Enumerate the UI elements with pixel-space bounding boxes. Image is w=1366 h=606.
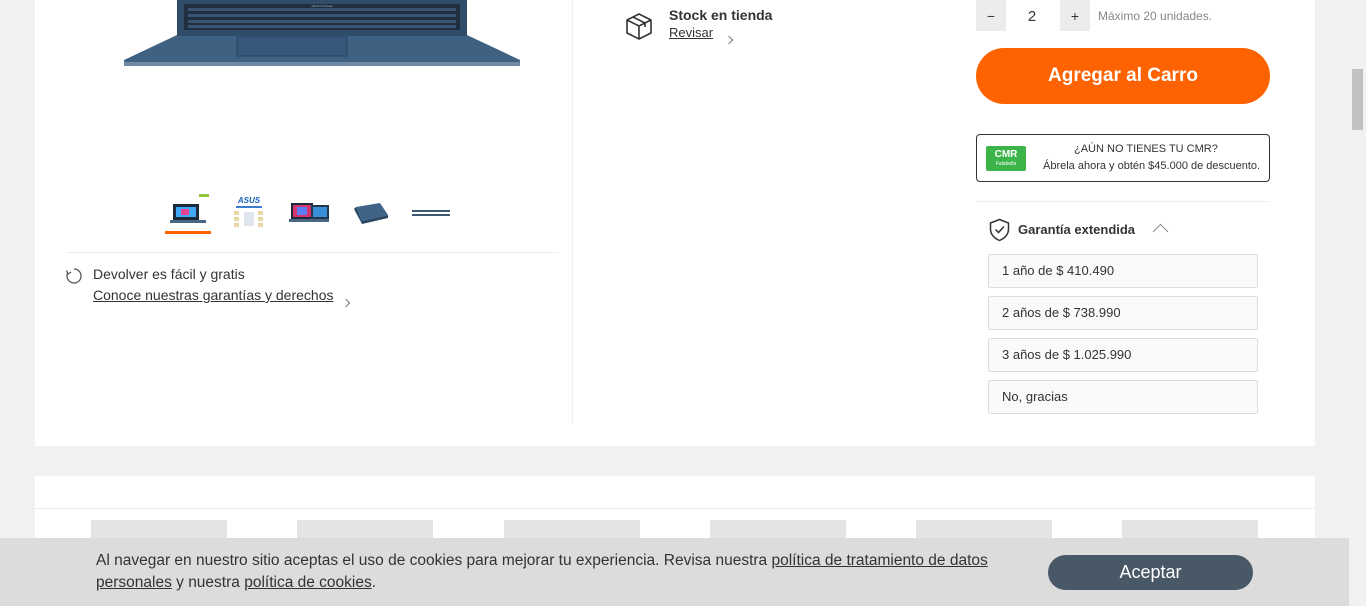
cookie-consent-bar: Al navegar en nuestro sitio aceptas el u… — [0, 538, 1349, 606]
column-divider — [572, 0, 573, 424]
page-scrollbar[interactable] — [1349, 0, 1366, 606]
warranty-option-1-year[interactable]: 1 año de $ 410.490 — [988, 254, 1258, 288]
cookie-text-3: . — [371, 574, 377, 591]
warranty-option-3-years[interactable]: 3 años de $ 1.025.990 — [988, 338, 1258, 372]
cookie-policy-link[interactable]: política de cookies — [244, 574, 372, 591]
thumbnail-image-5 — [412, 210, 450, 216]
thumbnail-4[interactable] — [347, 192, 393, 234]
quantity-decrease-button[interactable]: − — [976, 0, 1006, 31]
quantity-increase-button[interactable]: + — [1060, 0, 1090, 31]
warranty-option-none[interactable]: No, gracias — [988, 380, 1258, 414]
stock-check-link[interactable]: Revisar — [669, 25, 713, 40]
quantity-max-text: Máximo 20 unidades. — [1098, 9, 1213, 23]
divider — [976, 201, 1270, 202]
stock-title: Stock en tienda — [669, 7, 773, 23]
quantity-value[interactable]: 2 — [1012, 8, 1052, 25]
cmr-title: ¿AÚN NO TIENES TU CMR? — [1074, 143, 1218, 155]
returns-policy-link-text[interactable]: Conoce nuestras garantías y derechos — [93, 287, 333, 303]
scrollbar-thumb[interactable] — [1352, 69, 1363, 130]
warranty-title: Garantía extendida — [1018, 222, 1136, 237]
divider — [67, 252, 559, 253]
cmr-promo-banner[interactable]: CMR Falabella ¿AÚN NO TIENES TU CMR? Ábr… — [976, 134, 1270, 182]
cookie-text-1: Al navegar en nuestro sitio aceptas el u… — [96, 552, 772, 569]
returns-title: Devolver es fácil y gratis — [93, 266, 245, 282]
thumbnail-3[interactable] — [286, 192, 332, 234]
thumbnail-5[interactable] — [408, 192, 454, 234]
box-icon — [626, 13, 652, 40]
product-main-image[interactable]: ASUS Vivobook — [122, 0, 522, 68]
laptop-brand-text: ASUS Vivobook — [311, 4, 333, 8]
warranty-option-2-years[interactable]: 2 años de $ 738.990 — [988, 296, 1258, 330]
divider — [35, 508, 1315, 509]
chevron-right-icon — [333, 294, 351, 312]
accept-cookies-button[interactable]: Aceptar — [1048, 555, 1253, 590]
svg-text:ASUS: ASUS — [237, 196, 261, 205]
add-to-cart-button[interactable]: Agregar al Carro — [976, 48, 1270, 104]
cmr-logo-main: CMR — [994, 149, 1018, 160]
thumbnail-image-3 — [289, 203, 329, 222]
cookie-message: Al navegar en nuestro sitio aceptas el u… — [96, 550, 1026, 594]
cookie-text-2: y nuestra — [171, 574, 245, 591]
thumbnail-image-1 — [170, 193, 209, 223]
cmr-logo-sub: Falabella — [995, 161, 1017, 167]
thumbnail-2[interactable]: ASUS — [226, 192, 272, 234]
thumbnail-image-4 — [354, 203, 388, 224]
thumbnail-image-2: ASUS — [234, 196, 263, 227]
shield-check-icon — [989, 218, 1010, 242]
cmr-subtitle: Ábrela ahora y obtén $45.000 de descuent… — [1043, 160, 1261, 172]
cmr-logo: CMR Falabella — [986, 146, 1026, 171]
chevron-right-icon — [716, 31, 734, 49]
thumbnail-1[interactable] — [165, 192, 211, 234]
returns-policy-link[interactable]: Conoce nuestras garantías y derechos — [93, 287, 333, 303]
return-icon — [65, 268, 82, 284]
